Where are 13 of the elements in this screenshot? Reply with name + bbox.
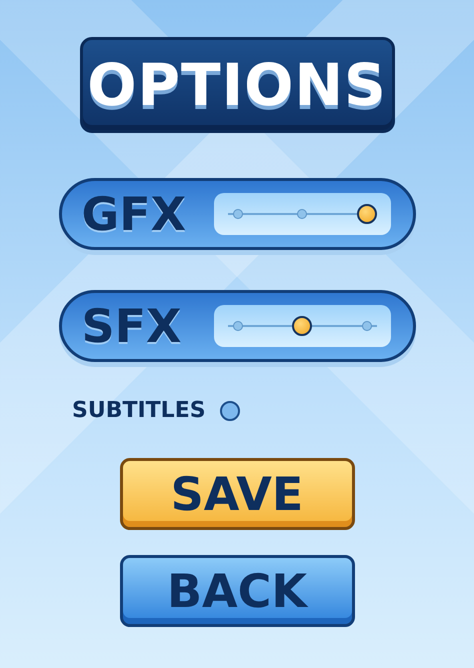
slider-thumb[interactable]: [356, 204, 376, 224]
save-button[interactable]: SAVE: [120, 458, 354, 530]
slider-label: SFX: [82, 299, 183, 353]
back-button[interactable]: BACK: [120, 555, 354, 627]
options-title: OPTIONS: [87, 51, 387, 119]
slider-thumb[interactable]: [292, 316, 312, 336]
slider-notch: [232, 321, 242, 331]
slider-notch: [362, 321, 372, 331]
subtitles-label: SUBTITLES: [72, 398, 206, 423]
slider-notch: [297, 209, 307, 219]
slider-notch: [232, 209, 242, 219]
subtitles-toggle[interactable]: [220, 400, 240, 420]
slider-label: GFX: [82, 187, 188, 241]
